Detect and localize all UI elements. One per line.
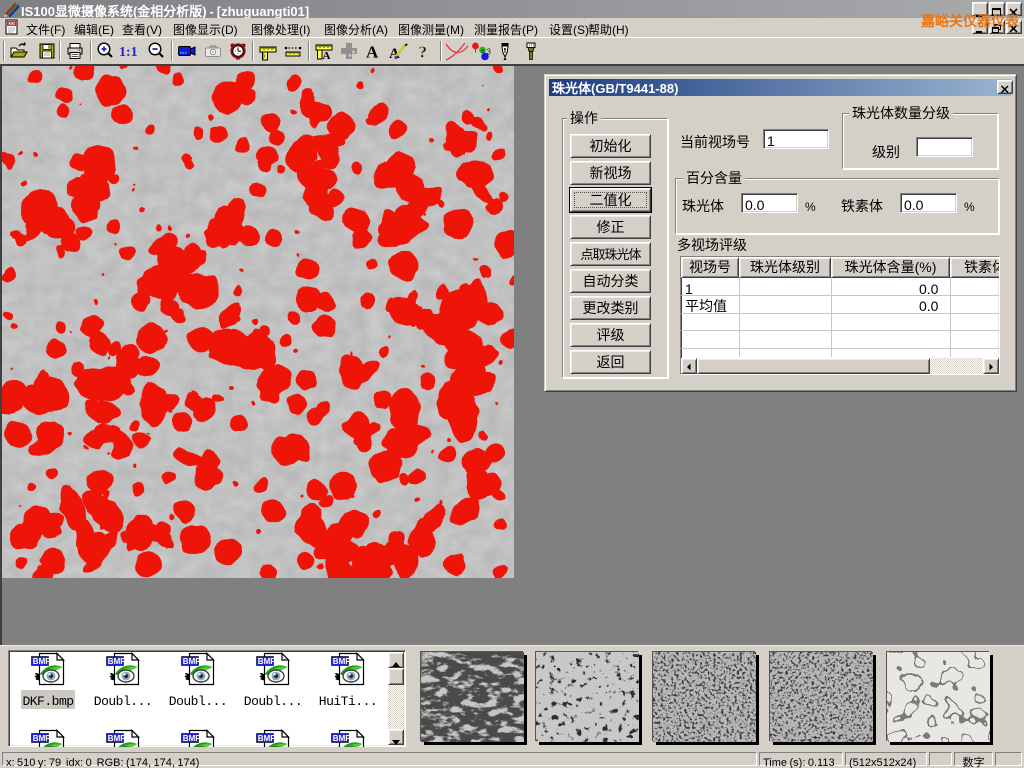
svg-text:BMP: BMP	[333, 734, 351, 743]
svg-text:1:1: 1:1	[119, 45, 138, 60]
svg-text:BMP: BMP	[33, 734, 51, 743]
svg-text:DOC: DOC	[8, 21, 17, 27]
svg-text:BMP: BMP	[108, 657, 126, 666]
svg-text:BMP: BMP	[333, 657, 351, 666]
svg-text:BMP: BMP	[183, 657, 201, 666]
svg-text:BMP: BMP	[183, 734, 201, 743]
svg-text:A: A	[323, 50, 331, 61]
svg-text:BMP: BMP	[258, 657, 276, 666]
svg-text:A: A	[366, 43, 379, 62]
svg-text:BMP: BMP	[108, 734, 126, 743]
svg-text:?: ?	[419, 43, 428, 62]
svg-text:BMP: BMP	[258, 734, 276, 743]
svg-text:BMP: BMP	[33, 657, 51, 666]
